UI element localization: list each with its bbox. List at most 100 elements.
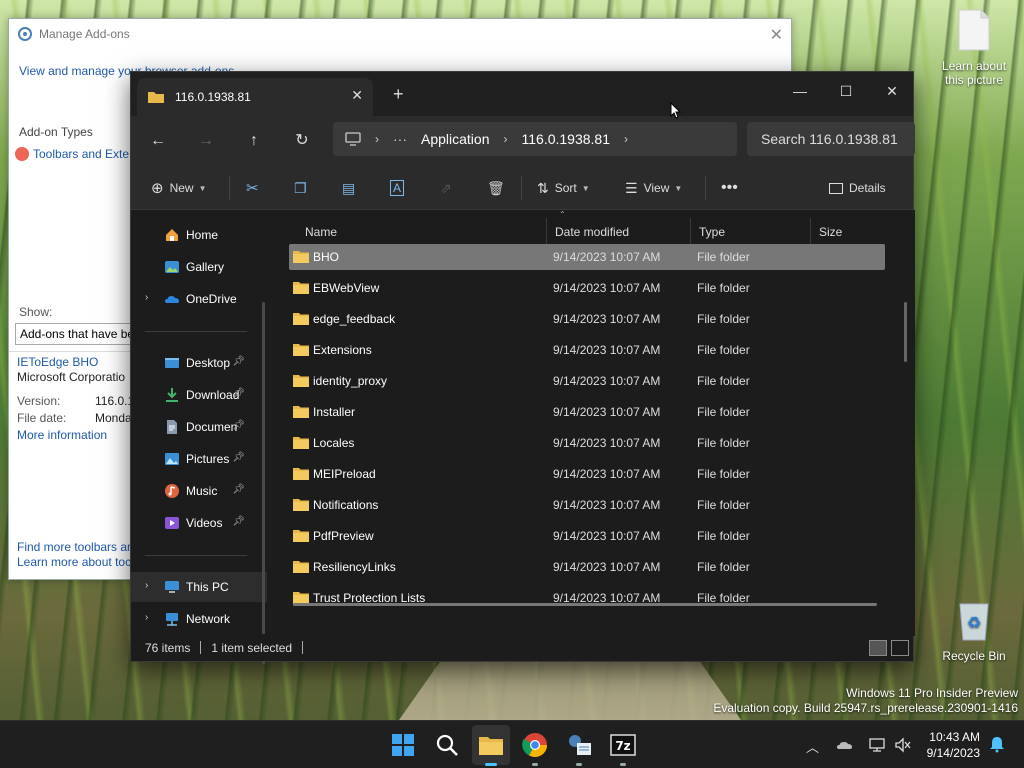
- paste-button[interactable]: ▤: [342, 176, 355, 200]
- breadcrumb-application[interactable]: Application: [421, 131, 490, 147]
- column-header-name[interactable]: Name: [297, 218, 547, 246]
- file-list: ⌃ Name Date modified Type Size BHO 9/14/2…: [273, 210, 915, 636]
- breadcrumb-overflow-icon[interactable]: ···: [393, 131, 407, 147]
- column-header-date[interactable]: Date modified: [547, 218, 691, 246]
- tab-current[interactable]: 116.0.1938.81 ✕: [137, 78, 373, 116]
- file-row[interactable]: Locales 9/14/2023 10:07 AM File folder: [289, 430, 885, 456]
- refresh-button[interactable]: ↻: [289, 128, 315, 154]
- nav-scrollbar[interactable]: [262, 302, 265, 664]
- file-row[interactable]: BHO 9/14/2023 10:07 AM File folder: [289, 244, 885, 270]
- close-button[interactable]: ✕: [869, 76, 915, 106]
- addons-titlebar: Manage Add-ons: [9, 19, 791, 49]
- chrome-icon[interactable]: [521, 731, 549, 759]
- forward-button[interactable]: →: [193, 128, 219, 154]
- nav-item-this-pc[interactable]: › This PC: [131, 572, 267, 602]
- folder-icon: [293, 313, 309, 325]
- file-row[interactable]: ResiliencyLinks 9/14/2023 10:07 AM File fo…: [289, 554, 885, 580]
- nav-item-home[interactable]: Home: [131, 220, 267, 250]
- horizontal-scrollbar[interactable]: [293, 603, 877, 606]
- breadcrumb-chevron-icon: ›: [375, 132, 379, 146]
- start-windows-icon[interactable]: [389, 731, 417, 759]
- new-button[interactable]: ⊕ New ▼: [151, 176, 207, 200]
- nav-item-downloads[interactable]: Download 📌︎: [131, 380, 267, 410]
- settings-app-icon[interactable]: [565, 731, 593, 759]
- clock[interactable]: 10:43 AM 9/14/2023: [927, 729, 980, 761]
- file-row[interactable]: MEIPreload 9/14/2023 10:07 AM File folder: [289, 461, 885, 487]
- search-input[interactable]: Search 116.0.1938.81: [747, 122, 915, 156]
- view-button[interactable]: ☰ View ▼: [625, 176, 682, 200]
- filedate-value: Monda: [95, 411, 132, 425]
- large-icons-view-toggle[interactable]: [891, 640, 909, 656]
- this-pc-icon: [165, 581, 179, 593]
- details-view-toggle[interactable]: [869, 640, 887, 656]
- learn-more-link[interactable]: Learn more about toc: [17, 555, 131, 569]
- network-tray-icon[interactable]: [868, 737, 886, 753]
- cut-button[interactable]: ✂: [246, 176, 259, 200]
- file-row[interactable]: identity_proxy 9/14/2023 10:07 AM File fol…: [289, 368, 885, 394]
- folder-icon: [293, 561, 309, 573]
- file-explorer-window[interactable]: 116.0.1938.81 ✕ + — ☐ ✕ ← → ↑ ↻ › ··· Ap…: [130, 71, 915, 664]
- file-row[interactable]: Installer 9/14/2023 10:07 AM File folder: [289, 399, 885, 425]
- expand-chevron-icon[interactable]: ›: [145, 580, 148, 591]
- file-date: 9/14/2023 10:07 AM: [553, 374, 661, 388]
- file-list-scrollbar[interactable]: [904, 302, 907, 362]
- addons-close-button[interactable]: ✕: [770, 25, 783, 45]
- file-row[interactable]: Notifications 9/14/2023 10:07 AM File fold…: [289, 492, 885, 518]
- minimize-button[interactable]: —: [777, 76, 823, 106]
- expand-chevron-icon[interactable]: ›: [145, 292, 148, 303]
- address-bar[interactable]: › ··· Application › 116.0.1938.81 ›: [333, 122, 737, 156]
- 7zip-icon[interactable]: 7z: [609, 731, 637, 759]
- nav-item-onedrive[interactable]: › OneDrive: [131, 284, 267, 314]
- file-row[interactable]: Trust Protection Lists 9/14/2023 10:07 AM…: [289, 585, 885, 611]
- search-icon[interactable]: [433, 731, 461, 759]
- view-list-icon: ☰: [625, 179, 638, 196]
- learn-about-picture-icon[interactable]: Learn about this picture: [934, 8, 1014, 87]
- column-header-size[interactable]: Size: [811, 218, 915, 246]
- breadcrumb-current[interactable]: 116.0.1938.81: [522, 131, 611, 147]
- nav-item-pictures[interactable]: Pictures 📌︎: [131, 444, 267, 474]
- nav-item-videos[interactable]: Videos 📌︎: [131, 508, 267, 538]
- expand-chevron-icon[interactable]: ›: [145, 612, 148, 623]
- details-button[interactable]: Details: [829, 176, 886, 200]
- new-tab-button[interactable]: +: [393, 84, 404, 105]
- watermark-line2: Evaluation copy. Build 25947.rs_prerelea…: [713, 701, 1018, 715]
- show-hidden-icons-chevron-icon[interactable]: ︿: [806, 737, 819, 756]
- show-dropdown[interactable]: Add-ons that have be: [15, 323, 131, 345]
- back-button[interactable]: ←: [145, 128, 171, 154]
- maximize-button[interactable]: ☐: [823, 76, 869, 106]
- share-button[interactable]: ⇗: [440, 176, 452, 200]
- delete-button[interactable]: 🗑︎: [487, 176, 505, 200]
- recycle-bin-icon[interactable]: ♻ Recycle Bin: [934, 598, 1014, 663]
- toolbars-extensions-item[interactable]: Toolbars and Exte: [15, 147, 129, 161]
- copy-button[interactable]: ❐: [294, 176, 307, 200]
- breadcrumb-chevron-icon[interactable]: ›: [624, 132, 628, 146]
- more-information-link[interactable]: More information: [17, 428, 107, 442]
- up-button[interactable]: ↑: [241, 128, 267, 154]
- more-options-button[interactable]: •••: [721, 176, 738, 200]
- find-more-toolbars-link[interactable]: Find more toolbars ar: [17, 540, 131, 554]
- nav-item-documents[interactable]: Documen 📌︎: [131, 412, 267, 442]
- pin-icon: 📌︎: [232, 452, 245, 463]
- file-date: 9/14/2023 10:07 AM: [553, 529, 661, 543]
- home-icon: [166, 229, 178, 241]
- file-row[interactable]: PdfPreview 9/14/2023 10:07 AM File folder: [289, 523, 885, 549]
- file-row[interactable]: edge_feedback 9/14/2023 10:07 AM File fold…: [289, 306, 885, 332]
- notification-bell-icon[interactable]: [988, 735, 1006, 753]
- nav-item-gallery[interactable]: Gallery: [131, 252, 267, 282]
- recycle-bin-label: Recycle Bin: [942, 649, 1006, 663]
- volume-muted-icon[interactable]: [894, 737, 912, 753]
- file-type: File folder: [697, 250, 750, 264]
- sort-button[interactable]: ⇅ Sort ▼: [537, 176, 590, 200]
- running-indicator: [576, 763, 582, 766]
- file-explorer-taskbar-icon[interactable]: [477, 731, 505, 759]
- nav-item-desktop[interactable]: Desktop 📌︎: [131, 348, 267, 378]
- nav-item-network[interactable]: › Network: [131, 604, 267, 634]
- onedrive-tray-icon[interactable]: [836, 737, 854, 753]
- windows-watermark: Windows 11 Pro Insider Preview Evaluatio…: [713, 686, 1018, 716]
- column-header-type[interactable]: Type: [691, 218, 811, 246]
- file-row[interactable]: Extensions 9/14/2023 10:07 AM File folder: [289, 337, 885, 363]
- tab-close-button[interactable]: ✕: [351, 87, 363, 104]
- nav-item-music[interactable]: Music 📌︎: [131, 476, 267, 506]
- file-row[interactable]: EBWebView 9/14/2023 10:07 AM File folder: [289, 275, 885, 301]
- rename-button[interactable]: A: [390, 176, 405, 200]
